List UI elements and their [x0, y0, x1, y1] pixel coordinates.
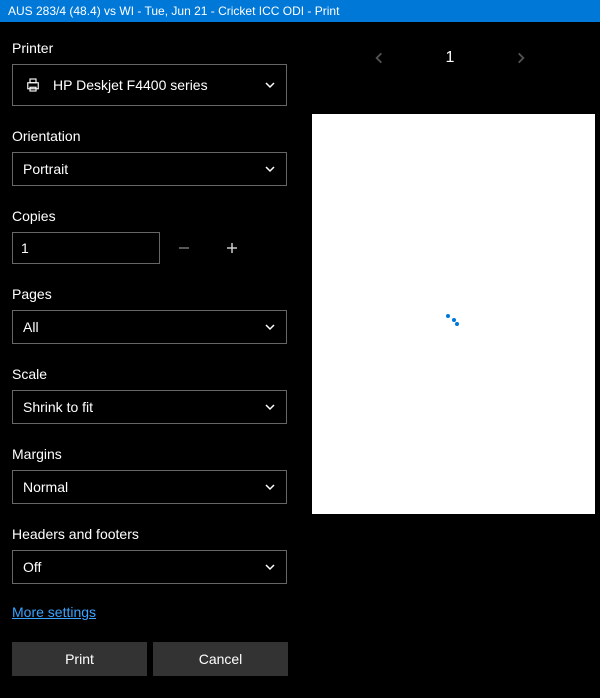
chevron-down-icon [264, 401, 276, 413]
window-title: AUS 283/4 (48.4) vs WI - Tue, Jun 21 - C… [8, 4, 339, 18]
printer-value: HP Deskjet F4400 series [53, 77, 208, 93]
margins-label: Margins [12, 446, 288, 462]
chevron-down-icon [264, 481, 276, 493]
margins-value: Normal [23, 479, 68, 495]
printer-icon [23, 76, 43, 94]
page-number: 1 [446, 49, 455, 67]
pages-select[interactable]: All [12, 310, 287, 344]
scale-value: Shrink to fit [23, 399, 93, 415]
next-page-button[interactable] [514, 51, 528, 65]
scale-label: Scale [12, 366, 288, 382]
headers-footers-select[interactable]: Off [12, 550, 287, 584]
preview-pane: 1 [300, 22, 600, 698]
prev-page-button[interactable] [372, 51, 386, 65]
scale-select[interactable]: Shrink to fit [12, 390, 287, 424]
pages-value: All [23, 319, 39, 335]
copies-input[interactable] [12, 232, 160, 264]
pages-label: Pages [12, 286, 288, 302]
copies-increment-button[interactable] [208, 232, 256, 264]
dialog-content: Printer HP Deskjet F4400 series Orientat… [0, 22, 600, 698]
settings-panel: Printer HP Deskjet F4400 series Orientat… [0, 22, 300, 698]
chevron-down-icon [264, 321, 276, 333]
chevron-down-icon [264, 561, 276, 573]
print-button[interactable]: Print [12, 642, 147, 676]
printer-select[interactable]: HP Deskjet F4400 series [12, 64, 287, 106]
margins-select[interactable]: Normal [12, 470, 287, 504]
orientation-value: Portrait [23, 161, 68, 177]
orientation-label: Orientation [12, 128, 288, 144]
action-row: Print Cancel [12, 642, 288, 676]
headers-footers-value: Off [23, 559, 41, 575]
more-settings-link[interactable]: More settings [12, 604, 96, 620]
copies-row [12, 232, 288, 264]
printer-label: Printer [12, 40, 288, 56]
copies-decrement-button[interactable] [160, 232, 208, 264]
cancel-button[interactable]: Cancel [153, 642, 288, 676]
preview-page [312, 114, 595, 514]
headers-footers-label: Headers and footers [12, 526, 288, 542]
page-navigator: 1 [300, 22, 600, 94]
orientation-select[interactable]: Portrait [12, 152, 287, 186]
chevron-down-icon [264, 163, 276, 175]
chevron-down-icon [264, 79, 276, 91]
window-titlebar: AUS 283/4 (48.4) vs WI - Tue, Jun 21 - C… [0, 0, 600, 22]
copies-label: Copies [12, 208, 288, 224]
loading-spinner-icon [445, 305, 463, 323]
